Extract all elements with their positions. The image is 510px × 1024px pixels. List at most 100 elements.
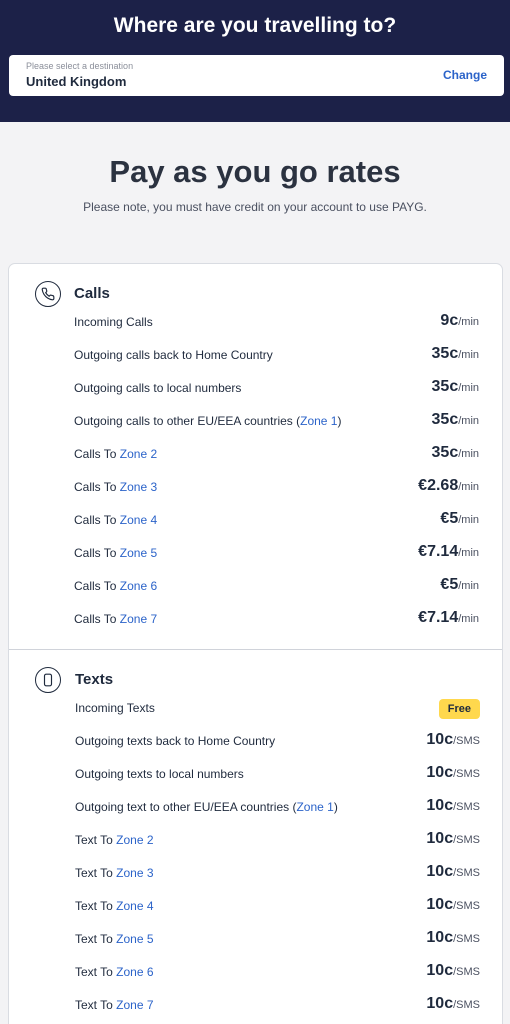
price-amount: 10c	[426, 962, 454, 979]
rate-label: Text To Zone 2	[75, 833, 154, 847]
rate-price: 10c/SMS	[426, 764, 480, 782]
rate-label: Outgoing texts back to Home Country	[75, 734, 275, 748]
rate-price: €5/min	[440, 510, 479, 528]
zone-link[interactable]: Zone 7	[116, 998, 153, 1012]
rate-row: Text To Zone 7 10c/SMS	[75, 995, 480, 1017]
change-destination-button[interactable]: Change	[443, 68, 487, 82]
rate-price: 35c/min	[432, 378, 479, 396]
zone-link[interactable]: Zone 2	[116, 833, 153, 847]
price-unit: /SMS	[453, 735, 480, 747]
rate-row: Text To Zone 5 10c/SMS	[75, 929, 480, 951]
zone-link[interactable]: Zone 1	[296, 800, 333, 814]
rate-price: €7.14/min	[418, 609, 479, 627]
price-amount: 10c	[426, 929, 454, 946]
zone-link[interactable]: Zone 6	[120, 579, 157, 593]
rate-row: Outgoing calls back to Home Country 35c/m…	[74, 345, 479, 367]
rate-label: Outgoing calls back to Home Country	[74, 348, 273, 362]
price-unit: /SMS	[453, 801, 480, 813]
rate-price: 10c/SMS	[426, 896, 480, 914]
rate-label-text: Calls To	[74, 447, 120, 461]
phone-icon	[35, 281, 61, 307]
mobile-phone-icon	[35, 667, 61, 693]
rate-price: €2.68/min	[418, 477, 479, 495]
payg-note: Please note, you must have credit on you…	[83, 200, 427, 214]
rate-price: 9c/min	[440, 312, 479, 330]
price-unit: /min	[458, 580, 479, 592]
price-unit: /SMS	[453, 834, 480, 846]
zone-link[interactable]: Zone 5	[120, 546, 157, 560]
rate-label-text: Calls To	[74, 513, 120, 527]
price-unit: /SMS	[453, 966, 480, 978]
price-amount: €7.14	[418, 609, 459, 626]
rate-label-text: Calls To	[74, 579, 120, 593]
free-badge: Free	[438, 699, 480, 719]
rate-price: 10c/SMS	[426, 962, 480, 980]
rate-row: Outgoing calls to local numbers 35c/min	[74, 378, 479, 400]
rate-row: Incoming Texts Free	[75, 698, 480, 720]
rate-label: Calls To Zone 5	[74, 546, 157, 560]
rate-row: Calls To Zone 7 €7.14/min	[74, 609, 479, 631]
price-amount: 10c	[426, 731, 454, 748]
zone-link[interactable]: Zone 1	[300, 414, 337, 428]
destination-selector[interactable]: Please select a destination United Kingd…	[9, 55, 504, 96]
rate-label: Text To Zone 6	[75, 965, 154, 979]
price-unit: /min	[458, 547, 479, 559]
rate-row: Incoming Calls 9c/min	[74, 312, 479, 334]
price-amount: 10c	[426, 830, 454, 847]
rate-label-text: Outgoing texts to local numbers	[75, 767, 244, 781]
rate-label: Calls To Zone 4	[74, 513, 157, 527]
zone-link[interactable]: Zone 6	[116, 965, 153, 979]
destination-value[interactable]: United Kingdom	[26, 74, 126, 89]
rate-row: Outgoing calls to other EU/EEA countries…	[74, 411, 479, 433]
zone-link[interactable]: Zone 4	[120, 513, 157, 527]
price-unit: /SMS	[453, 768, 480, 780]
rate-label-text: Calls To	[74, 612, 120, 626]
price-unit: /min	[458, 514, 479, 526]
rate-label: Text To Zone 7	[75, 998, 154, 1012]
rate-label: Incoming Calls	[74, 315, 153, 329]
rate-row: Outgoing texts back to Home Country 10c/S…	[75, 731, 480, 753]
price-amount: €5	[440, 510, 459, 527]
price-amount: 10c	[426, 797, 454, 814]
zone-link[interactable]: Zone 3	[120, 480, 157, 494]
rate-label-suffix: )	[337, 414, 342, 428]
rate-label-text: Outgoing calls to local numbers	[74, 381, 242, 395]
rate-row: Calls To Zone 2 35c/min	[74, 444, 479, 466]
rate-label-text: Text To	[75, 866, 117, 880]
price-unit: /min	[458, 415, 479, 427]
rate-label-suffix: )	[333, 800, 338, 814]
rate-row: Calls To Zone 6 €5/min	[74, 576, 479, 598]
rate-price: 10c/SMS	[426, 863, 480, 881]
price-unit: /SMS	[453, 867, 480, 879]
price-unit: /min	[458, 349, 479, 361]
rate-label: Outgoing text to other EU/EEA countries …	[75, 800, 338, 814]
price-amount: 10c	[426, 896, 454, 913]
rate-label: Text To Zone 4	[75, 899, 154, 913]
price-amount: €5	[440, 576, 459, 593]
rate-label-text: Outgoing calls back to Home Country	[74, 348, 273, 362]
rate-label-text: Calls To	[74, 546, 120, 560]
price-amount: 10c	[426, 863, 454, 880]
rate-row: Calls To Zone 5 €7.14/min	[74, 543, 479, 565]
rate-label-text: Outgoing texts back to Home Country	[75, 734, 276, 748]
price-amount: 35c	[431, 345, 459, 362]
page-title: Pay as you go rates	[109, 154, 401, 189]
rate-label: Calls To Zone 3	[74, 480, 157, 494]
texts-section-title: Texts	[75, 671, 114, 688]
rate-label: Outgoing calls to other EU/EEA countries…	[74, 414, 341, 428]
price-unit: /min	[458, 613, 479, 625]
price-unit: /min	[458, 382, 479, 394]
rate-label-text: Incoming Texts	[75, 701, 155, 715]
rate-label-text: Text To	[75, 932, 117, 946]
section-divider	[9, 649, 502, 650]
rate-price: 35c/min	[432, 444, 479, 462]
zone-link[interactable]: Zone 3	[116, 866, 153, 880]
rate-label-text: Text To	[75, 998, 117, 1012]
rate-price: 10c/SMS	[426, 830, 480, 848]
rate-label-text: Outgoing calls to other EU/EEA countries…	[74, 414, 301, 428]
zone-link[interactable]: Zone 2	[120, 447, 157, 461]
rate-price: €7.14/min	[418, 543, 479, 561]
zone-link[interactable]: Zone 7	[120, 612, 157, 626]
zone-link[interactable]: Zone 5	[116, 932, 153, 946]
zone-link[interactable]: Zone 4	[116, 899, 153, 913]
